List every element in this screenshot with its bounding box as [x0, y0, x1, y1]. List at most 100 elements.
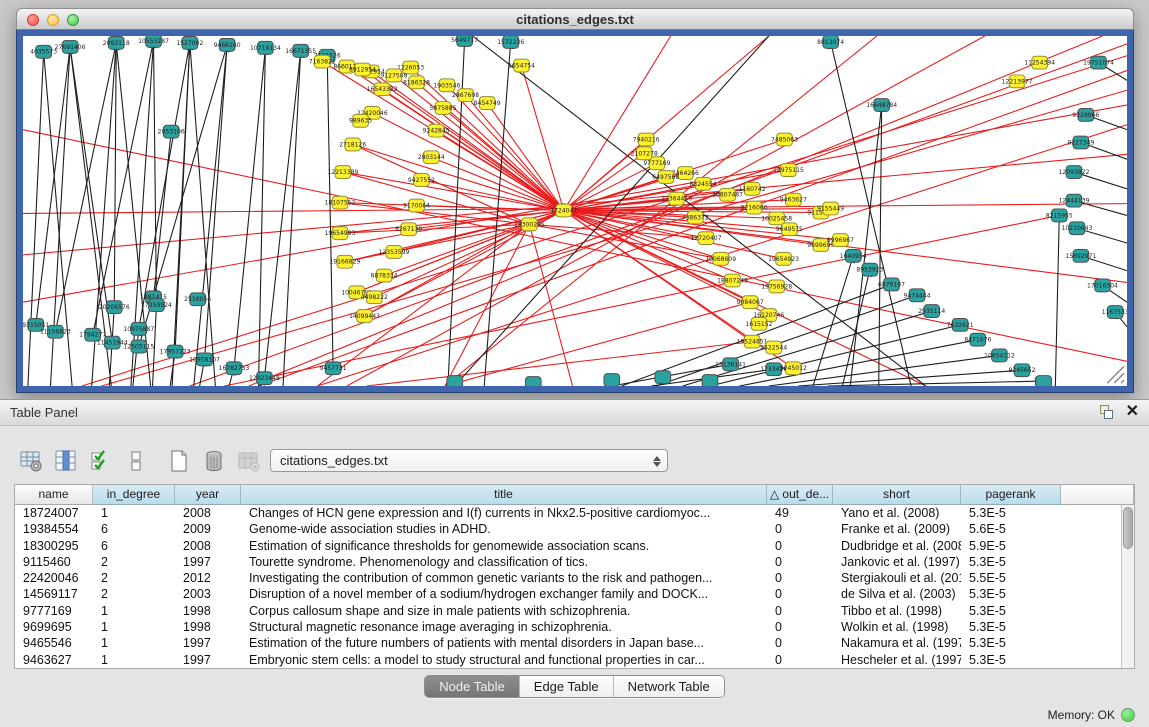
table-row[interactable]: 969969511998Structural magnetic resonanc…: [15, 619, 1121, 635]
network-node[interactable]: [604, 374, 620, 386]
network-node[interactable]: [525, 377, 541, 386]
network-node[interactable]: [702, 375, 718, 386]
cell-name[interactable]: 9777169: [15, 603, 93, 619]
cell-out_degree[interactable]: 0: [767, 538, 833, 554]
network-node[interactable]: 9227349: [1067, 136, 1094, 149]
cell-year[interactable]: 1998: [175, 603, 241, 619]
network-node[interactable]: 10958107: [189, 353, 220, 366]
cell-name[interactable]: 9465546: [15, 635, 93, 651]
network-node[interactable]: 10654112: [984, 349, 1015, 362]
column-header-year[interactable]: year: [175, 485, 241, 505]
column-header-in_degree[interactable]: in_degree: [93, 485, 175, 505]
cell-short[interactable]: Wolkin et al. (1998): [833, 619, 961, 635]
tab-network-table[interactable]: Network Table: [613, 676, 724, 697]
network-node[interactable]: 7632621: [947, 318, 974, 331]
network-canvas[interactable]: 4035573276914062093118105532871527002946…: [23, 36, 1127, 386]
cell-year[interactable]: 1998: [175, 619, 241, 635]
network-node[interactable]: 17957223: [160, 345, 191, 358]
table-row[interactable]: 1830029562008Estimation of significance …: [15, 538, 1121, 554]
table-row[interactable]: 1456911722003Disruption of a novel membe…: [15, 586, 1121, 602]
network-node[interactable]: 10068609: [705, 252, 736, 265]
cell-out_degree[interactable]: 0: [767, 586, 833, 602]
cell-title[interactable]: Genome-wide association studies in ADHD.: [241, 521, 767, 537]
network-node[interactable]: [1036, 376, 1052, 386]
cell-name[interactable]: 18300295: [15, 538, 93, 554]
cell-name[interactable]: 22420046: [15, 570, 93, 586]
row-tools-icon[interactable]: [123, 448, 149, 474]
cell-out_degree[interactable]: 0: [767, 635, 833, 651]
cell-name[interactable]: 9463627: [15, 652, 93, 668]
network-node[interactable]: 20206576: [99, 301, 130, 314]
cell-in_degree[interactable]: 1: [93, 652, 175, 668]
network-node[interactable]: 9457731: [320, 362, 347, 375]
cell-pagerank[interactable]: 5.3E-5: [961, 652, 1061, 668]
cell-in_degree[interactable]: 2: [93, 586, 175, 602]
network-node[interactable]: 9474444: [903, 289, 930, 302]
network-graph[interactable]: 4035573276914062093118105532871527002946…: [23, 36, 1127, 386]
cell-name[interactable]: 9115460: [15, 554, 93, 570]
cell-title[interactable]: Tourette syndrome. Phenomenology and cla…: [241, 554, 767, 570]
cell-title[interactable]: Estimation of the future numbers of pati…: [241, 635, 767, 651]
network-node[interactable]: 10210643: [1062, 222, 1093, 235]
network-node[interactable]: 19654923: [768, 252, 799, 265]
network-node[interactable]: 14099443: [349, 310, 380, 323]
network-node[interactable]: 19654983: [325, 227, 356, 240]
network-node[interactable]: 12093822: [1059, 166, 1090, 179]
tab-node-table[interactable]: Node Table: [425, 676, 519, 697]
network-node[interactable]: 10553287: [138, 36, 169, 47]
table-row[interactable]: 1872400712008Changes of HCN gene express…: [15, 505, 1121, 521]
network-node[interactable]: 16648784: [866, 99, 897, 112]
network-node[interactable]: 12213977: [1002, 75, 1033, 88]
cell-pagerank[interactable]: 5.3E-5: [961, 554, 1061, 570]
network-node[interactable]: 10975887: [123, 322, 154, 335]
network-node[interactable]: 5649717: [451, 36, 478, 46]
table-row[interactable]: 2242004622012Investigating the contribut…: [15, 570, 1121, 586]
cell-year[interactable]: 2012: [175, 570, 241, 586]
cell-name[interactable]: 14569117: [15, 586, 93, 602]
network-node[interactable]: 16671355: [285, 44, 316, 57]
cell-short[interactable]: Dudbridge et al. (2008): [833, 538, 961, 554]
cell-year[interactable]: 1997: [175, 652, 241, 668]
network-node[interactable]: 7485063: [771, 133, 798, 146]
network-node[interactable]: 2935114: [918, 305, 945, 318]
table-mode-icon[interactable]: [18, 448, 44, 474]
cell-out_degree[interactable]: 0: [767, 603, 833, 619]
cell-pagerank[interactable]: 5.3E-5: [961, 586, 1061, 602]
network-node[interactable]: 10719134: [250, 41, 281, 54]
network-node[interactable]: 1654754: [508, 59, 535, 72]
cell-year[interactable]: 2003: [175, 586, 241, 602]
cell-out_degree[interactable]: 0: [767, 619, 833, 635]
cell-pagerank[interactable]: 5.3E-5: [961, 505, 1061, 521]
cell-out_degree[interactable]: 0: [767, 521, 833, 537]
network-node[interactable]: 27691406: [55, 40, 86, 53]
network-node[interactable]: 16543382: [367, 83, 398, 96]
cell-year[interactable]: 2008: [175, 538, 241, 554]
network-node[interactable]: 2516056: [184, 293, 211, 306]
table-row[interactable]: 977716911998Corpus callosum shape and si…: [15, 603, 1121, 619]
cell-out_degree[interactable]: 0: [767, 570, 833, 586]
table-select-dropdown[interactable]: citations_edges.txt: [270, 449, 668, 472]
cell-in_degree[interactable]: 6: [93, 538, 175, 554]
table-row[interactable]: 1938455462009Genome-wide association stu…: [15, 521, 1121, 537]
network-node[interactable]: [447, 376, 463, 386]
network-node[interactable]: 12213389: [327, 166, 358, 179]
tab-edge-table[interactable]: Edge Table: [519, 676, 613, 697]
cell-in_degree[interactable]: 2: [93, 570, 175, 586]
cell-title[interactable]: Corpus callosum shape and size in male p…: [241, 603, 767, 619]
cell-pagerank[interactable]: 5.3E-5: [961, 603, 1061, 619]
memory-status-icon[interactable]: [1121, 708, 1135, 722]
network-node[interactable]: 4035573: [30, 45, 57, 58]
cell-title[interactable]: Estimation of significance thresholds fo…: [241, 538, 767, 554]
cell-year[interactable]: 2008: [175, 505, 241, 521]
cell-name[interactable]: 19384554: [15, 521, 93, 537]
network-node[interactable]: 6879197: [878, 278, 905, 291]
table-row[interactable]: 946362711997Embryonic stem cells: a mode…: [15, 652, 1121, 668]
cell-in_degree[interactable]: 6: [93, 521, 175, 537]
network-node[interactable]: 9245652: [1008, 364, 1035, 377]
cell-short[interactable]: Tibbo et al. (1998): [833, 603, 961, 619]
network-node[interactable]: 19756928: [761, 280, 792, 293]
network-node[interactable]: 19166829: [329, 255, 360, 268]
cell-short[interactable]: Franke et al. (2009): [833, 521, 961, 537]
cell-year[interactable]: 1997: [175, 554, 241, 570]
network-node[interactable]: 12720407: [691, 232, 722, 245]
